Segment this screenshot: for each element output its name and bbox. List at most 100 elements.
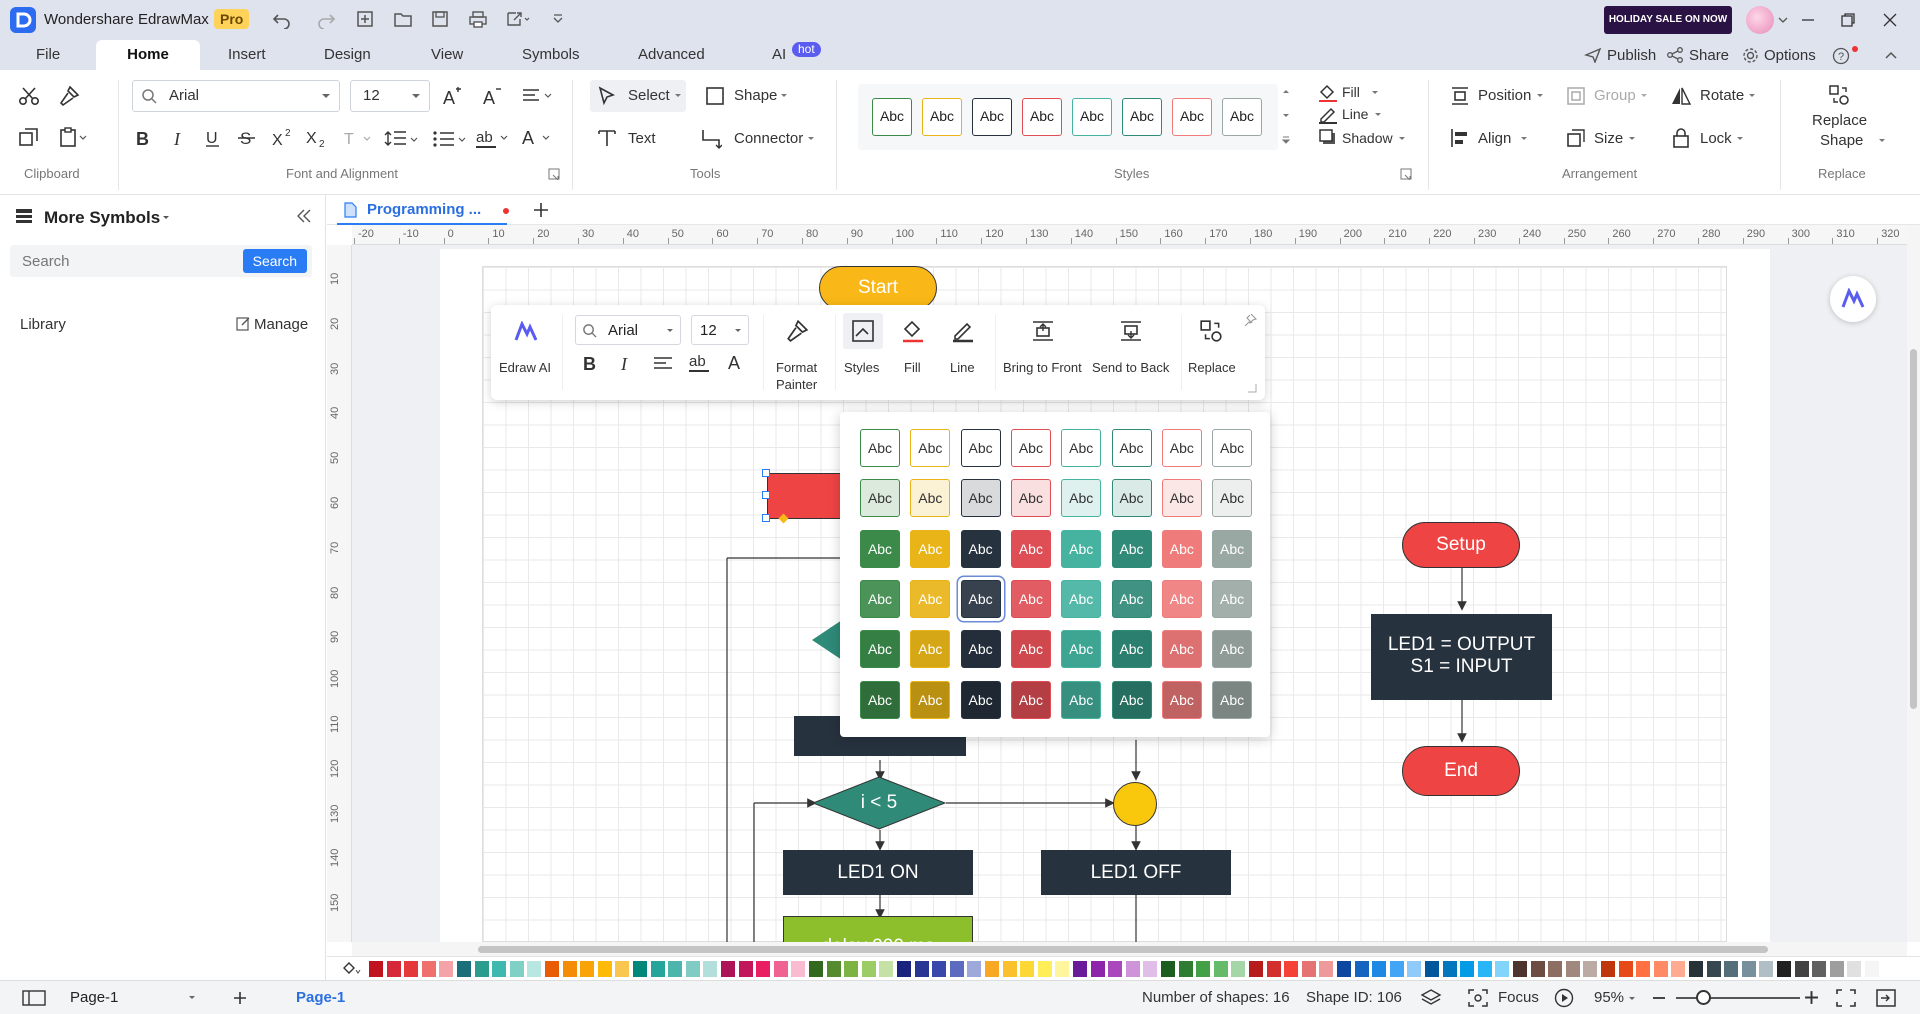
color-swatch[interactable]	[809, 961, 823, 977]
color-swatch[interactable]	[1548, 961, 1563, 977]
selection-handle[interactable]	[762, 469, 770, 477]
send-to-back-icon[interactable]	[1119, 319, 1143, 343]
style-preset-option[interactable]: Abc	[860, 579, 900, 618]
float-styles-button[interactable]: Styles	[844, 360, 879, 375]
setup-terminal[interactable]: Setup	[1402, 522, 1520, 568]
color-swatch[interactable]	[1407, 961, 1422, 977]
vertical-scroll-thumb[interactable]	[1910, 349, 1917, 709]
color-swatch[interactable]	[967, 961, 982, 977]
style-preset-option[interactable]: Abc	[1010, 630, 1051, 669]
style-preset-option[interactable]: Abc	[1111, 529, 1152, 568]
style-preset-option[interactable]: Abc	[960, 579, 1001, 618]
zoom-out-icon[interactable]	[1652, 991, 1666, 1005]
color-swatch[interactable]	[1055, 961, 1070, 977]
style-preset-option[interactable]: Abc	[1161, 579, 1202, 618]
color-swatch[interactable]	[545, 961, 559, 977]
color-swatch[interactable]	[1865, 961, 1879, 977]
vertical-scrollbar[interactable]	[1907, 225, 1920, 942]
style-preset-option[interactable]: Abc	[1061, 579, 1102, 618]
color-swatch[interactable]	[1425, 961, 1439, 977]
style-preset-option[interactable]: Abc	[1010, 529, 1051, 568]
chevron-down-icon[interactable]	[1628, 996, 1636, 1002]
style-preset-option[interactable]: Abc	[1010, 429, 1051, 467]
zoom-slider-track[interactable]	[1676, 997, 1800, 999]
float-align-icon[interactable]	[653, 356, 673, 372]
color-swatch[interactable]	[1442, 961, 1457, 977]
style-preset-option[interactable]: Abc	[860, 429, 900, 467]
style-preset-option[interactable]: Abc	[1161, 429, 1202, 467]
color-swatch[interactable]	[914, 961, 929, 977]
color-swatch[interactable]	[1689, 961, 1703, 977]
float-format-painter-icon[interactable]	[785, 319, 809, 343]
style-preset-option[interactable]: Abc	[960, 680, 1001, 719]
color-swatch[interactable]	[685, 961, 700, 977]
style-preset-option[interactable]: Abc	[1061, 680, 1102, 719]
color-swatch[interactable]	[1354, 961, 1369, 977]
color-swatch[interactable]	[1231, 961, 1246, 977]
color-swatch[interactable]	[1020, 961, 1035, 977]
style-preset-option[interactable]: Abc	[1111, 429, 1152, 467]
style-preset-option[interactable]: Abc	[1061, 630, 1102, 669]
style-preset-option[interactable]: Abc	[1161, 630, 1202, 669]
add-page-icon[interactable]	[232, 990, 248, 1006]
color-swatch[interactable]	[1143, 961, 1158, 977]
color-swatch[interactable]	[1090, 961, 1105, 977]
style-preset-option[interactable]: Abc	[1161, 479, 1202, 518]
color-swatch[interactable]	[1812, 961, 1827, 977]
color-swatch[interactable]	[1460, 961, 1475, 977]
color-swatch[interactable]	[457, 961, 471, 977]
color-swatch[interactable]	[1178, 961, 1193, 977]
float-size-select[interactable]: 12	[691, 315, 749, 345]
float-fill-icon[interactable]	[901, 319, 925, 343]
style-preset-option[interactable]: Abc	[860, 680, 900, 719]
color-swatch[interactable]	[1495, 961, 1510, 977]
color-swatch[interactable]	[1829, 961, 1844, 977]
color-swatch[interactable]	[1073, 961, 1087, 977]
fit-page-icon[interactable]	[1836, 989, 1856, 1007]
color-swatch[interactable]	[474, 961, 489, 977]
style-preset-option[interactable]: Abc	[1212, 529, 1253, 568]
style-preset-option[interactable]: Abc	[1061, 429, 1102, 467]
style-preset-option[interactable]: Abc	[1212, 579, 1253, 618]
color-swatch[interactable]	[1583, 961, 1598, 977]
style-preset-option[interactable]: Abc	[960, 529, 1001, 568]
color-swatch[interactable]	[1389, 961, 1404, 977]
float-font-select[interactable]: Arial	[575, 315, 681, 345]
start-terminal[interactable]: Start	[819, 266, 937, 310]
color-swatch[interactable]	[1513, 961, 1527, 977]
selected-red-shape[interactable]	[767, 473, 843, 519]
color-swatch[interactable]	[1319, 961, 1334, 977]
color-swatch[interactable]	[633, 961, 647, 977]
zoom-level[interactable]: 95%	[1594, 989, 1624, 1006]
led-on-box[interactable]: LED1 ON	[783, 850, 973, 895]
style-preset-option[interactable]: Abc	[1212, 479, 1253, 518]
color-swatch[interactable]	[597, 961, 612, 977]
page-select[interactable]: Page-1	[62, 985, 202, 1011]
style-preset-option[interactable]: Abc	[1111, 630, 1152, 669]
style-preset-option[interactable]: Abc	[1010, 579, 1051, 618]
color-swatch[interactable]	[1477, 961, 1492, 977]
ai-assistant-button[interactable]	[1830, 276, 1876, 322]
color-swatch[interactable]	[1618, 961, 1633, 977]
color-swatch[interactable]	[1037, 961, 1052, 977]
color-swatch[interactable]	[1847, 961, 1862, 977]
color-swatch[interactable]	[1372, 961, 1387, 977]
color-swatch[interactable]	[650, 961, 665, 977]
color-swatch[interactable]	[703, 961, 718, 977]
color-swatch[interactable]	[527, 961, 542, 977]
float-replace-button[interactable]: Replace	[1188, 360, 1236, 375]
style-preset-option[interactable]: Abc	[910, 529, 951, 568]
color-swatch[interactable]	[1249, 961, 1263, 977]
color-swatch[interactable]	[1161, 961, 1175, 977]
float-replace-icon[interactable]	[1199, 319, 1223, 343]
style-preset-option[interactable]: Abc	[860, 479, 900, 518]
bring-to-front-icon[interactable]	[1031, 319, 1055, 343]
page-tab-active[interactable]: Page-1	[296, 989, 345, 1006]
color-swatch[interactable]	[1601, 961, 1615, 977]
style-preset-option[interactable]: Abc	[1061, 529, 1102, 568]
color-swatch[interactable]	[1002, 961, 1017, 977]
led-off-box[interactable]: LED1 OFF	[1041, 850, 1231, 895]
connector-circle[interactable]	[1113, 782, 1157, 826]
color-swatch[interactable]	[844, 961, 859, 977]
color-swatch[interactable]	[791, 961, 806, 977]
